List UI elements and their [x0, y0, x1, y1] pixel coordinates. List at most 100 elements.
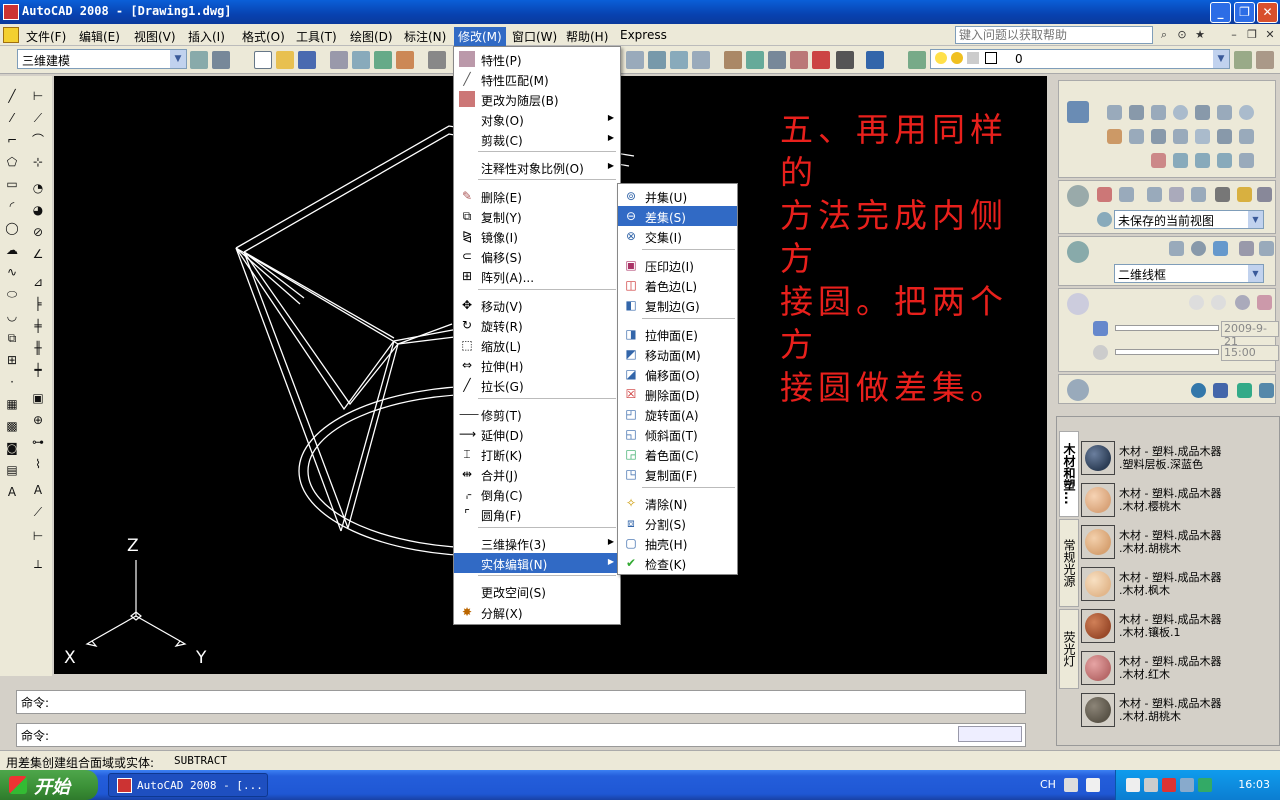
chevron-down-icon[interactable]: ▼ [1213, 50, 1229, 68]
visual-styles-icon[interactable] [1067, 241, 1089, 263]
menu-insert[interactable]: 插入(I) [184, 27, 229, 46]
dimension-update-icon[interactable]: ⊢ [30, 528, 46, 544]
geographic-location-icon[interactable] [1235, 295, 1250, 310]
menu-item-fillet[interactable]: ⌜ 圆角(F) [454, 504, 620, 524]
ellipse-icon[interactable]: ⬭ [4, 286, 20, 302]
chevron-down-icon[interactable]: ▼ [170, 50, 186, 68]
material-item[interactable]: 木材 - 塑料.成品木器 .木材.胡桃木 [1079, 689, 1277, 731]
close-button[interactable]: ✕ [1257, 2, 1278, 23]
diameter-icon[interactable]: ⊘ [30, 224, 46, 240]
parallel-projection-icon[interactable] [1237, 187, 1252, 202]
view-manager-icon[interactable] [1097, 212, 1112, 227]
properties-toolbar-icon[interactable] [724, 51, 742, 69]
security-icon[interactable] [1162, 778, 1176, 792]
menu-item-copy-faces[interactable]: ◳ 复制面(F) [618, 464, 737, 484]
doc-close-icon[interactable]: ✕ [1262, 27, 1278, 43]
ellipse-arc-icon[interactable]: ◡ [4, 308, 20, 324]
document-icon[interactable] [3, 27, 19, 43]
3d-dwf-icon[interactable] [396, 51, 414, 69]
doc-restore-icon[interactable]: ❐ [1244, 27, 1260, 43]
doc-minimize-icon[interactable]: – [1226, 27, 1242, 43]
sun-status-icon[interactable] [1189, 295, 1204, 310]
menu-item-scale[interactable]: ⬚ 缩放(L) [454, 335, 620, 355]
subtract-toolbar-icon[interactable] [1195, 153, 1210, 168]
hatch-icon[interactable]: ▦ [4, 396, 20, 412]
sweep-icon[interactable] [1151, 129, 1166, 144]
circle-icon[interactable]: ◯ [4, 220, 20, 236]
menu-item-object[interactable]: 对象(O) ▶ [454, 109, 620, 129]
menu-item-erase[interactable]: ✎ 删除(E) [454, 186, 620, 206]
ordinate-icon[interactable]: ⊹ [30, 154, 46, 170]
menu-item-move[interactable]: ✥ 移动(V) [454, 295, 620, 315]
sphere-icon[interactable] [1173, 105, 1188, 120]
jogged-linear-icon[interactable]: ⌇ [30, 456, 46, 472]
2d-wireframe-icon[interactable] [1169, 241, 1184, 256]
cylinder-icon[interactable] [1195, 105, 1210, 120]
menu-help[interactable]: 帮助(H) [562, 27, 612, 46]
menu-item-3d-operations[interactable]: 三维操作(3) ▶ [454, 533, 620, 553]
conceptual-icon[interactable] [1239, 241, 1254, 256]
render-icon[interactable] [1191, 383, 1206, 398]
point-icon[interactable]: · [4, 374, 20, 390]
dimension-edit-icon[interactable]: A [30, 482, 46, 498]
minimize-button[interactable]: _ [1210, 2, 1231, 23]
planar-surface-icon[interactable] [1239, 129, 1254, 144]
network-icon[interactable] [1126, 778, 1140, 792]
render-preset-icon[interactable] [1213, 383, 1228, 398]
tolerance-icon[interactable]: ▣ [30, 390, 46, 406]
help-search-input[interactable] [955, 26, 1153, 44]
revolve-icon[interactable] [1173, 129, 1188, 144]
horizontal-scrollbar[interactable] [958, 726, 1022, 742]
make-block-icon[interactable]: ⊞ [4, 352, 20, 368]
chevron-down-icon[interactable]: ▼ [1248, 211, 1263, 228]
publish-icon[interactable] [374, 51, 392, 69]
visual-style-manager-icon[interactable] [1259, 241, 1274, 256]
menu-item-trim[interactable]: ⸺ 修剪(T) [454, 404, 620, 424]
design-center-icon[interactable] [746, 51, 764, 69]
menu-item-shell[interactable]: ▢ 抽壳(H) [618, 533, 737, 553]
save-icon[interactable] [298, 51, 316, 69]
inspection-icon[interactable]: ⊶ [30, 434, 46, 450]
tab-wood-plastic[interactable]: 木材和塑... [1059, 431, 1079, 517]
layer-previous-icon[interactable] [1256, 51, 1274, 69]
radius-icon[interactable]: ◔ [30, 180, 46, 196]
menu-item-clean[interactable]: ✧ 清除(N) [618, 493, 737, 513]
menu-item-break[interactable]: ⌶ 打断(K) [454, 444, 620, 464]
menu-item-extend[interactable]: ⟶ 延伸(D) [454, 424, 620, 444]
menu-item-match-properties[interactable]: ╱ 特性匹配(M) [454, 69, 620, 89]
menu-edit[interactable]: 编辑(E) [75, 27, 124, 46]
workspace-settings-icon[interactable] [190, 51, 208, 69]
pan-3d-icon[interactable] [1147, 187, 1162, 202]
table-icon[interactable]: ▤ [4, 462, 20, 478]
material-item[interactable]: 木材 - 塑料.成品木器 .木材.樱桃木 [1079, 479, 1277, 521]
menu-item-offset-faces[interactable]: ◪ 偏移面(O) [618, 364, 737, 384]
sheet-set-icon[interactable] [790, 51, 808, 69]
dimension-text-edit-icon[interactable]: ⟋ [30, 504, 46, 520]
loft-icon[interactable] [1195, 129, 1210, 144]
tool-palettes-icon[interactable] [768, 51, 786, 69]
menu-item-offset[interactable]: ⊂ 偏移(S) [454, 246, 620, 266]
fly-icon[interactable] [1191, 187, 1206, 202]
pyramid-icon[interactable] [1217, 105, 1232, 120]
pan-icon[interactable] [626, 51, 644, 69]
angular-icon[interactable]: ∠ [30, 246, 46, 262]
menu-item-copy[interactable]: ⧉ 复制(Y) [454, 206, 620, 226]
line-icon[interactable]: ╱ [4, 88, 20, 104]
time-slider[interactable] [1115, 349, 1219, 355]
autocad-app-icon[interactable] [3, 4, 19, 20]
menu-item-subtract[interactable]: ⊖ 差集(S) [618, 206, 737, 226]
box-icon[interactable] [1107, 105, 1122, 120]
menu-item-rotate-faces[interactable]: ◰ 旋转面(A) [618, 404, 737, 424]
intersect-toolbar-icon[interactable] [1217, 153, 1232, 168]
open-file-icon[interactable] [276, 51, 294, 69]
menu-item-change-space[interactable]: 更改空间(S) [454, 581, 620, 601]
polygon-icon[interactable]: ⬠ [4, 154, 20, 170]
region-icon[interactable]: ◙ [4, 440, 20, 456]
rectangle-icon[interactable]: ▭ [4, 176, 20, 192]
multiline-text-icon[interactable]: A [4, 484, 20, 500]
wedge-icon[interactable] [1129, 105, 1144, 120]
menu-format[interactable]: 格式(O) [238, 27, 289, 46]
search-icon[interactable]: ⌕ [1156, 27, 1172, 43]
menu-item-union[interactable]: ⊚ 并集(U) [618, 186, 737, 206]
gradient-icon[interactable]: ▩ [4, 418, 20, 434]
